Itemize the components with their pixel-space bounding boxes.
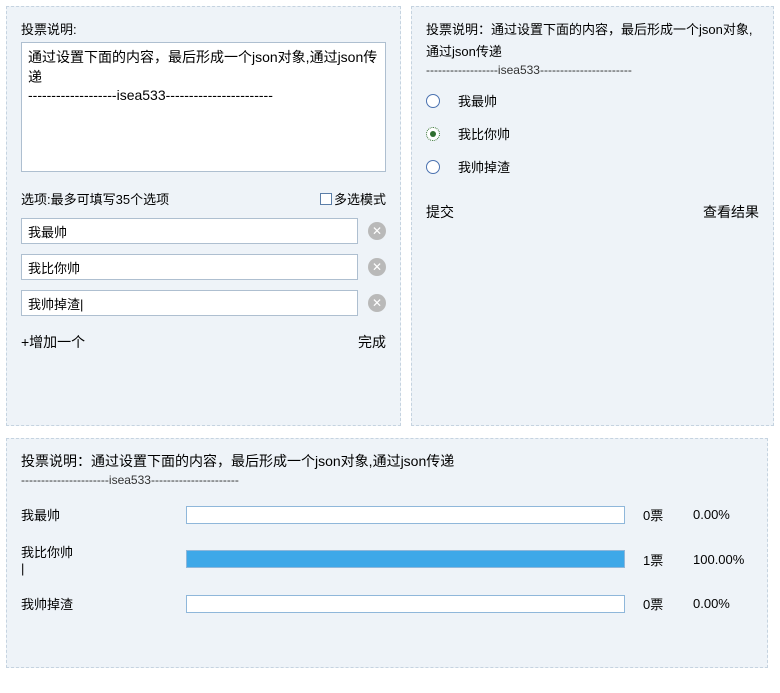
options-count-label: 选项:最多可填写35个选项 xyxy=(21,189,169,208)
result-rule-line: ----------------------isea533-----------… xyxy=(21,473,753,487)
view-results-button[interactable]: 查看结果 xyxy=(703,202,759,222)
multiselect-toggle[interactable]: 多选模式 xyxy=(320,189,386,208)
vote-option[interactable]: 我比你帅 xyxy=(426,124,759,143)
result-label: 我帅掉渣 xyxy=(21,594,186,613)
add-option-button[interactable]: +增加一个 xyxy=(21,332,85,352)
result-panel: 投票说明：通过设置下面的内容，最后形成一个json对象,通过json传递 ---… xyxy=(6,438,768,668)
result-bar xyxy=(186,595,625,613)
option-input[interactable] xyxy=(21,218,358,244)
editor-desc-label: 投票说明: xyxy=(21,19,386,38)
result-percent: 0.00% xyxy=(693,596,753,611)
result-row: 我帅掉渣 0票 0.00% xyxy=(21,594,753,613)
remove-option-icon[interactable]: ✕ xyxy=(368,222,386,240)
remove-option-icon[interactable]: ✕ xyxy=(368,294,386,312)
radio-icon xyxy=(426,94,440,108)
vote-description: 投票说明：通过设置下面的内容，最后形成一个json对象,通过json传递 xyxy=(426,19,759,63)
result-percent: 100.00% xyxy=(693,552,753,567)
cursor-pipe: | xyxy=(21,561,24,576)
result-bar xyxy=(186,550,625,568)
result-count: 0票 xyxy=(643,594,693,613)
radio-icon xyxy=(426,160,440,174)
multiselect-label: 多选模式 xyxy=(334,189,386,208)
submit-button[interactable]: 提交 xyxy=(426,202,454,222)
vote-option[interactable]: 我最帅 xyxy=(426,91,759,110)
done-button[interactable]: 完成 xyxy=(358,332,386,352)
result-description: 投票说明：通过设置下面的内容，最后形成一个json对象,通过json传递 xyxy=(21,451,753,471)
vote-desc-prefix: 投票说明： xyxy=(426,22,491,37)
vote-option-label: 我比你帅 xyxy=(458,124,510,143)
result-count: 0票 xyxy=(643,505,693,524)
result-row: 我最帅 0票 0.00% xyxy=(21,505,753,524)
vote-option[interactable]: 我帅掉渣 xyxy=(426,157,759,176)
option-row: ✕ xyxy=(21,290,386,316)
vote-rule-line: ------------------isea533---------------… xyxy=(426,63,759,77)
vote-option-label: 我帅掉渣 xyxy=(458,157,510,176)
result-desc-prefix: 投票说明： xyxy=(21,453,91,469)
result-label: 我最帅 xyxy=(21,505,186,524)
result-desc-body: 通过设置下面的内容，最后形成一个json对象,通过json传递 xyxy=(91,453,454,469)
option-input[interactable] xyxy=(21,290,358,316)
result-percent: 0.00% xyxy=(693,507,753,522)
vote-option-label: 我最帅 xyxy=(458,91,497,110)
checkbox-icon xyxy=(320,193,332,205)
vote-panel: 投票说明：通过设置下面的内容，最后形成一个json对象,通过json传递 ---… xyxy=(411,6,774,426)
option-row: ✕ xyxy=(21,218,386,244)
result-bar xyxy=(186,506,625,524)
result-label: 我比你帅 | xyxy=(21,542,186,576)
editor-panel: 投票说明: 通过设置下面的内容，最后形成一个json对象,通过json传递 --… xyxy=(6,6,401,426)
editor-desc-textarea[interactable]: 通过设置下面的内容，最后形成一个json对象,通过json传递 --------… xyxy=(21,42,386,172)
option-input[interactable] xyxy=(21,254,358,280)
result-bar-fill xyxy=(187,551,624,567)
result-row: 我比你帅 | 1票 100.00% xyxy=(21,542,753,576)
result-count: 1票 xyxy=(643,550,693,569)
option-row: ✕ xyxy=(21,254,386,280)
radio-icon xyxy=(426,127,440,141)
remove-option-icon[interactable]: ✕ xyxy=(368,258,386,276)
